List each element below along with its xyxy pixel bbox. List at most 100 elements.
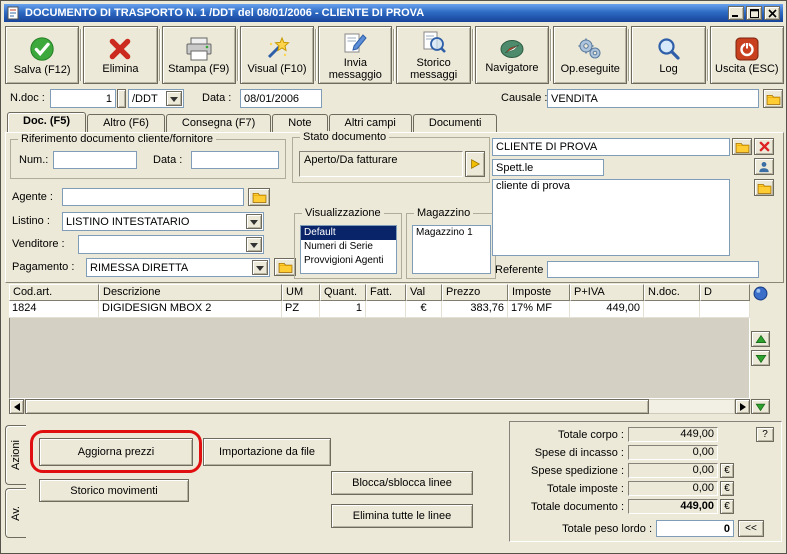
row-move-up-button[interactable]: [751, 331, 770, 347]
cliente-clear-button[interactable]: [754, 138, 774, 155]
visualizzazione-group: Visualizzazione Default Numeri di Serie …: [294, 207, 402, 279]
scroll-left-button[interactable]: [9, 399, 24, 414]
grid-header-cell[interactable]: Descrizione: [99, 284, 282, 301]
log-button[interactable]: Log: [631, 26, 706, 84]
tab-av[interactable]: Av.: [5, 488, 26, 538]
ndoc-spin-button[interactable]: [117, 89, 126, 108]
blocca-sblocca-linee-button[interactable]: Blocca/sblocca linee: [331, 471, 473, 495]
contact-person-button[interactable]: [754, 158, 774, 175]
chevron-down-icon[interactable]: [252, 260, 268, 275]
list-item[interactable]: Provvigioni Agenti: [301, 254, 396, 268]
elimina-tutte-le-linee-button[interactable]: Elimina tutte le linee: [331, 504, 473, 528]
list-item[interactable]: Numeri di Serie: [301, 240, 396, 254]
maximize-button[interactable]: [746, 6, 762, 20]
grid-header-cell[interactable]: Imposte: [508, 284, 570, 301]
tab-azioni[interactable]: Azioni: [5, 425, 26, 485]
navigatore-button[interactable]: Navigatore: [474, 26, 550, 84]
row-move-down-button[interactable]: [751, 350, 770, 366]
referente-input[interactable]: [547, 261, 759, 278]
venditore-combo[interactable]: [78, 235, 264, 254]
cliente-folder-button[interactable]: [732, 138, 752, 155]
grid-header-cell[interactable]: P+IVA: [570, 284, 644, 301]
power-exit-icon: [734, 36, 760, 62]
causale-folder-button[interactable]: [763, 89, 783, 108]
grid-cell[interactable]: 1: [320, 301, 366, 318]
stampa-button[interactable]: Stampa (F9): [161, 26, 236, 84]
help-button[interactable]: ?: [756, 427, 774, 442]
date-input[interactable]: [240, 89, 322, 108]
grid-header-cell[interactable]: Quant.: [320, 284, 366, 301]
grid-cell[interactable]: [700, 301, 750, 318]
grid-cell[interactable]: 449,00: [570, 301, 644, 318]
tab-doc[interactable]: Doc. (F5): [7, 112, 87, 133]
invia-messaggio-button[interactable]: Invia messaggio: [318, 26, 393, 84]
rif-data-input[interactable]: [191, 151, 279, 169]
cliente-note-textarea[interactable]: cliente di prova: [492, 179, 730, 256]
chevron-down-icon[interactable]: [166, 91, 182, 106]
grid-header-cell[interactable]: N.doc.: [644, 284, 700, 301]
minimize-button[interactable]: [728, 6, 744, 20]
ndoc-label: N.doc :: [10, 92, 45, 104]
grid-cell[interactable]: PZ: [282, 301, 320, 318]
grid-header-cell[interactable]: Prezzo: [442, 284, 508, 301]
grid-cell[interactable]: €: [406, 301, 442, 318]
compose-message-icon: [342, 30, 368, 56]
grid-cell[interactable]: [644, 301, 700, 318]
stato-next-arrow-button[interactable]: [465, 151, 485, 177]
pagamento-combo[interactable]: RIMESSA DIRETTA: [86, 258, 270, 277]
scrollbar-track[interactable]: [24, 399, 735, 414]
listino-combo[interactable]: LISTINO INTESTATARIO: [62, 212, 264, 231]
grid-info-button[interactable]: [752, 285, 769, 301]
riferimento-group-title: Riferimento documento cliente/fornitore: [18, 133, 216, 145]
peso-lordo-input[interactable]: [656, 520, 734, 537]
person-icon: [758, 161, 770, 173]
uscita-button[interactable]: Uscita (ESC): [709, 26, 784, 84]
scrollbar-thumb[interactable]: [25, 399, 649, 414]
grid-header-cell[interactable]: UM: [282, 284, 320, 301]
causale-input[interactable]: [547, 89, 759, 108]
grid-header-cell[interactable]: Cod.art.: [9, 284, 99, 301]
storico-movimenti-button[interactable]: Storico movimenti: [39, 479, 189, 502]
documento-euro-button[interactable]: €: [720, 499, 734, 514]
grid-header-cell[interactable]: Val: [406, 284, 442, 301]
grid-header-cell[interactable]: D: [700, 284, 750, 301]
agente-folder-button[interactable]: [248, 188, 270, 206]
grid-cell[interactable]: DIGIDESIGN MBOX 2: [99, 301, 282, 318]
tab-documenti[interactable]: Documenti: [412, 114, 498, 133]
grid-cell[interactable]: 1824: [9, 301, 99, 318]
grid-jump-end-button[interactable]: [751, 399, 770, 414]
list-item[interactable]: Default: [301, 226, 396, 240]
tab-altro[interactable]: Altro (F6): [87, 114, 165, 133]
spettle-input[interactable]: [492, 159, 604, 176]
grid-cell[interactable]: [366, 301, 406, 318]
grid-header-cell[interactable]: Fatt.: [366, 284, 406, 301]
num-input[interactable]: [53, 151, 137, 169]
riferimento-group: Riferimento documento cliente/fornitore …: [10, 133, 286, 179]
collapse-totals-button[interactable]: <<: [738, 520, 764, 537]
chevron-down-icon[interactable]: [246, 214, 262, 229]
grid-cell[interactable]: 383,76: [442, 301, 508, 318]
close-button[interactable]: [764, 6, 780, 20]
cliente-input[interactable]: [492, 138, 730, 156]
storico-messaggi-button[interactable]: Storico messaggi: [396, 26, 471, 84]
elimina-button[interactable]: Elimina: [83, 26, 158, 84]
agente-input[interactable]: [62, 188, 244, 206]
op-eseguite-button[interactable]: Op.eseguite: [553, 26, 628, 84]
doctype-combo[interactable]: /DDT: [128, 89, 184, 108]
pagamento-folder-button[interactable]: [274, 258, 296, 276]
imposte-euro-button[interactable]: €: [720, 481, 734, 496]
chevron-down-icon[interactable]: [246, 237, 262, 252]
visual-button[interactable]: Visual (F10): [239, 26, 315, 84]
salva-button[interactable]: Salva (F12): [5, 26, 80, 84]
spedizione-euro-button[interactable]: €: [720, 463, 734, 478]
grid-cell[interactable]: 17% MF: [508, 301, 570, 318]
note-folder-button[interactable]: [754, 179, 774, 196]
grid-row[interactable]: 1824 DIGIDESIGN MBOX 2 PZ 1 € 383,76 17%…: [9, 301, 750, 318]
aggiorna-prezzi-button[interactable]: Aggiorna prezzi: [39, 438, 193, 466]
scroll-right-button[interactable]: [735, 399, 750, 414]
list-item[interactable]: Magazzino 1: [413, 226, 490, 240]
ndoc-input[interactable]: [50, 89, 116, 108]
document-header-row: N.doc : /DDT Data : Causale :: [4, 87, 785, 112]
importazione-da-file-button[interactable]: Importazione da file: [203, 438, 331, 466]
tab-consegna[interactable]: Consegna (F7): [165, 114, 272, 133]
